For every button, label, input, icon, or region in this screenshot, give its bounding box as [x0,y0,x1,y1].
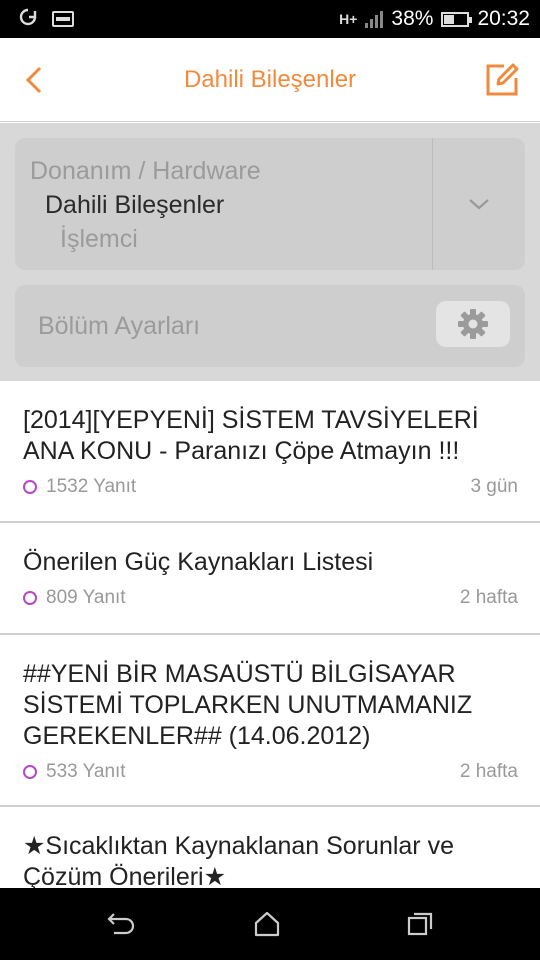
breadcrumb-level-2[interactable]: Dahili Bileşenler [30,188,430,222]
topic-title: Önerilen Güç Kaynakları Listesi [23,548,374,576]
chevron-down-icon [469,199,489,210]
topic-title: [2014][YEPYENİ] SİSTEM TAVSİYELERİ ANA K… [23,406,479,465]
signal-icon [365,10,384,28]
reply-count: 809 Yanıt [46,587,126,608]
battery-percent: 38% [391,7,434,30]
topic-meta: 533 Yanıt 2 hafta [23,755,518,789]
reply-count: 1532 Yanıt [46,476,137,497]
compose-icon [486,63,519,96]
reply-circle-icon [23,480,37,494]
topic-meta: 1532 Yanıt 3 gün [23,470,518,504]
app-bar: Dahili Bileşenler [0,38,540,122]
nav-recents-button[interactable] [400,906,440,942]
category-selector[interactable]: Donanım / Hardware Dahili Bileşenler İşl… [15,138,525,270]
sync-icon [18,7,38,31]
battery-icon [441,11,473,27]
topic-item[interactable]: ##YENİ BİR MASAÜSTÜ BİLGİSAYAR SİSTEMİ T… [0,635,540,807]
nav-bar [0,888,540,960]
topic-meta: 809 Yanıt 2 hafta [23,581,518,615]
topic-title: ##YENİ BİR MASAÜSTÜ BİLGİSAYAR SİSTEMİ T… [23,660,473,750]
network-type: H+ [339,11,358,27]
reply-circle-icon [23,591,37,605]
section-settings[interactable]: Bölüm Ayarları [15,285,525,367]
recents-icon [407,912,433,936]
back-arrow-icon [107,913,135,935]
screen: H+ 38% 20:32 Dahili Bileşenler Donanım /… [0,0,540,960]
clock: 20:32 [477,7,530,30]
breadcrumb: Donanım / Hardware Dahili Bileşenler İşl… [30,154,430,256]
breadcrumb-level-1[interactable]: Donanım / Hardware [30,154,430,188]
reply-circle-icon [23,765,37,779]
page-title: Dahili Bileşenler [183,65,357,93]
topic-item[interactable]: ★Sıcaklıktan Kaynaklanan Sorunlar ve Çöz… [0,807,540,888]
status-bar: H+ 38% 20:32 [0,0,540,38]
section-settings-label: Bölüm Ayarları [38,312,201,340]
topic-item[interactable]: Önerilen Güç Kaynakları Listesi 809 Yanı… [0,523,540,635]
settings-button[interactable] [436,301,510,347]
topic-title: ★Sıcaklıktan Kaynaklanan Sorunlar ve Çöz… [23,832,454,888]
gear-icon [458,309,488,339]
home-icon [254,911,280,937]
filter-area: Donanım / Hardware Dahili Bileşenler İşl… [0,123,540,381]
nav-home-button[interactable] [247,906,287,942]
chevron-left-icon [25,66,42,94]
topic-time: 3 gün [470,476,518,497]
topic-item[interactable]: [2014][YEPYENİ] SİSTEM TAVSİYELERİ ANA K… [0,381,540,523]
topic-list: [2014][YEPYENİ] SİSTEM TAVSİYELERİ ANA K… [0,381,540,888]
breadcrumb-level-3[interactable]: İşlemci [30,222,430,256]
dropdown-button[interactable] [433,138,525,270]
back-button[interactable] [14,58,54,102]
topic-time: 2 hafta [459,761,518,782]
image-icon [52,11,74,27]
compose-button[interactable] [480,58,524,102]
reply-count: 533 Yanıt [46,761,126,782]
nav-back-button[interactable] [101,906,141,942]
topic-time: 2 hafta [459,587,518,608]
